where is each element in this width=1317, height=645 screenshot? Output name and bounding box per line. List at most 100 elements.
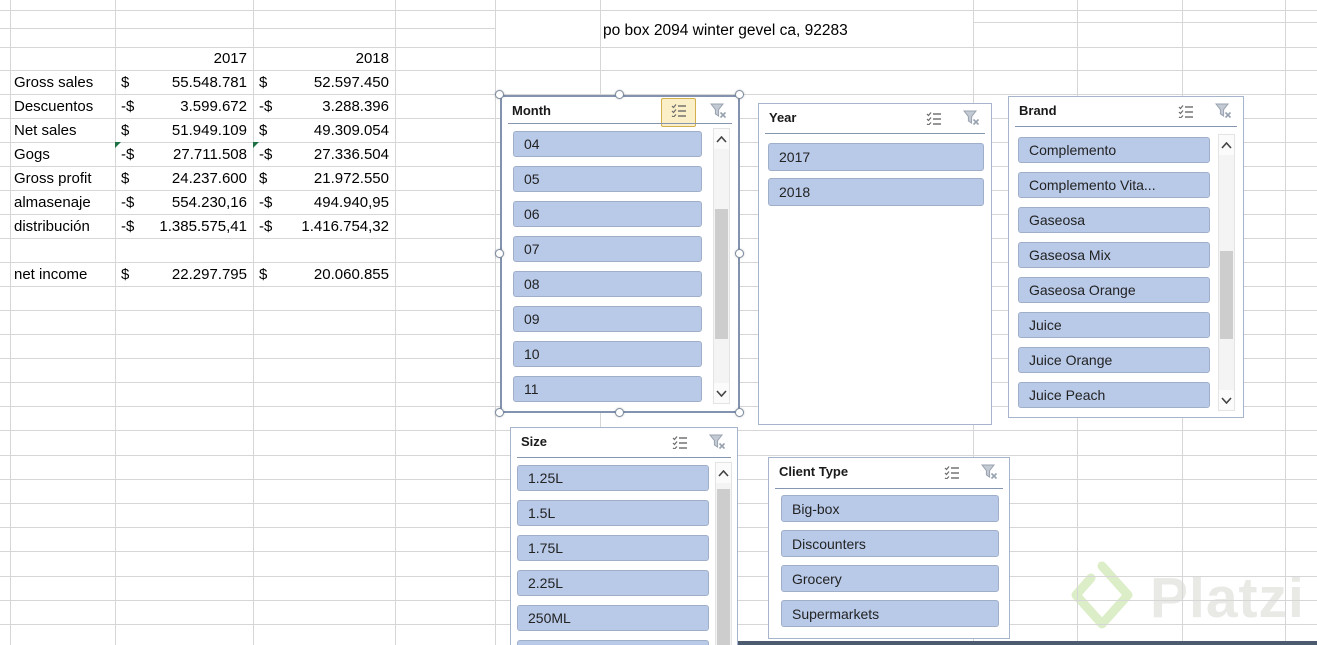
table-cell[interactable]: $20.060.855	[253, 262, 395, 286]
slicer-month-item[interactable]: 07	[513, 236, 702, 262]
multi-select-icon[interactable]	[937, 462, 967, 486]
table-row-label[interactable]: Gross profit	[10, 166, 115, 190]
slicer-client-type-item[interactable]: Grocery	[781, 565, 999, 592]
slicer-year-item[interactable]: 2018	[768, 178, 984, 206]
slicer-brand-item[interactable]: Gaseosa Mix	[1018, 242, 1210, 268]
slicer-brand-item[interactable]: Complemento Vita...	[1018, 172, 1210, 198]
slicer-size-item[interactable]: 250ML	[517, 605, 709, 631]
slicer-brand-item[interactable]: Gaseosa Orange	[1018, 277, 1210, 303]
selection-handle[interactable]	[615, 408, 624, 417]
clear-filter-icon[interactable]	[704, 101, 732, 125]
scroll-up-icon[interactable]	[1219, 135, 1234, 155]
table-col-header[interactable]: 2017	[115, 46, 253, 70]
clear-filter-icon[interactable]	[1209, 101, 1237, 125]
slicer-month-item[interactable]: 09	[513, 306, 702, 332]
slicer-year-item[interactable]: 2017	[768, 143, 984, 171]
slicer-brand-item[interactable]: Gaseosa	[1018, 207, 1210, 233]
scrollbar-thumb[interactable]	[1220, 251, 1233, 339]
slicer-client-type[interactable]: Client Type Big-box Discounters Grocery Sup…	[768, 457, 1010, 639]
table-row-label[interactable]: distribución	[10, 214, 115, 238]
scroll-down-icon[interactable]	[714, 383, 729, 403]
selection-handle[interactable]	[495, 90, 504, 99]
table-cell[interactable]	[253, 238, 395, 262]
multi-select-icon[interactable]	[665, 432, 695, 456]
scroll-up-icon[interactable]	[714, 129, 729, 149]
slicer-header-divider	[765, 133, 985, 134]
table-cell[interactable]: -$ 27.336.504	[253, 142, 395, 166]
scrollbar-thumb[interactable]	[715, 209, 728, 339]
month-scrollbar[interactable]	[713, 128, 730, 404]
slicer-brand-item[interactable]: Juice Orange	[1018, 347, 1210, 373]
selection-handle[interactable]	[735, 408, 744, 417]
table-row-label[interactable]: Net sales	[10, 118, 115, 142]
scroll-down-icon[interactable]	[1219, 390, 1234, 410]
table-row-label[interactable]: net income	[10, 262, 115, 286]
table-row-label[interactable]: almasenaje	[10, 190, 115, 214]
clear-filter-icon[interactable]	[975, 462, 1003, 486]
table-cell[interactable]: -$ 1.385.575,41	[115, 214, 253, 238]
slicer-month-item[interactable]: 05	[513, 166, 702, 192]
table-corner-cell[interactable]	[10, 46, 115, 70]
slicer-size-item[interactable]: 1.75L	[517, 535, 709, 561]
multi-select-icon[interactable]	[1171, 101, 1201, 125]
slicer-brand-title: Brand	[1019, 103, 1057, 118]
selection-handle[interactable]	[495, 408, 504, 417]
currency-symbol: $	[259, 73, 268, 91]
slicer-size-item[interactable]: 1.25L	[517, 465, 709, 491]
slicer-month-item[interactable]: 06	[513, 201, 702, 227]
table-cell[interactable]: $22.297.795	[115, 262, 253, 286]
selection-handle[interactable]	[735, 249, 744, 258]
slicer-month-item[interactable]: 08	[513, 271, 702, 297]
currency-symbol: -$	[259, 217, 273, 235]
table-cell[interactable]: -$ 3.599.672	[115, 94, 253, 118]
slicer-brand-item[interactable]: Complemento	[1018, 137, 1210, 163]
slicer-brand-item[interactable]: Juice Peach	[1018, 382, 1210, 408]
slicer-brand-item[interactable]: Juice	[1018, 312, 1210, 338]
table-cell[interactable]: $24.237.600	[115, 166, 253, 190]
slicer-size-item-partial[interactable]	[517, 640, 709, 645]
slicer-size[interactable]: Size 1.25L 1.5L 1.75L 2.25L 250ML	[510, 427, 738, 645]
slicer-size-item[interactable]: 2.25L	[517, 570, 709, 596]
scroll-up-icon[interactable]	[716, 463, 731, 483]
slicer-header-divider	[775, 488, 1003, 489]
slicer-size-title: Size	[521, 434, 548, 449]
table-cell[interactable]: $49.309.054	[253, 118, 395, 142]
scrollbar-thumb[interactable]	[717, 489, 730, 645]
table-cell[interactable]: $52.597.450	[253, 70, 395, 94]
table-cell[interactable]: -$ 494.940,95	[253, 190, 395, 214]
slicer-brand[interactable]: Brand Complemento Complemento Vita... Gase…	[1008, 96, 1244, 418]
table-cell[interactable]: $51.949.109	[115, 118, 253, 142]
table-cell[interactable]	[115, 238, 253, 262]
slicer-month[interactable]: Month 04 05 06 07 08 09 10 11	[500, 95, 740, 413]
slicer-year[interactable]: Year 2017 2018	[758, 103, 992, 425]
brand-scrollbar[interactable]	[1218, 134, 1235, 411]
slicer-client-type-item[interactable]: Supermarkets	[781, 600, 999, 627]
table-cell[interactable]: $21.972.550	[253, 166, 395, 190]
table-cell[interactable]: -$ 3.288.396	[253, 94, 395, 118]
table-cell[interactable]: -$ 1.416.754,32	[253, 214, 395, 238]
selection-handle[interactable]	[615, 90, 624, 99]
table-cell[interactable]: $55.548.781	[115, 70, 253, 94]
cell-value: 22.297.795	[171, 265, 247, 283]
grid-line	[1285, 0, 1286, 645]
selection-handle[interactable]	[735, 90, 744, 99]
slicer-size-item[interactable]: 1.5L	[517, 500, 709, 526]
slicer-client-type-item[interactable]: Discounters	[781, 530, 999, 557]
table-col-header[interactable]: 2018	[253, 46, 395, 70]
selection-handle[interactable]	[495, 249, 504, 258]
slicer-month-item[interactable]: 04	[513, 131, 702, 157]
slicer-month-item[interactable]: 10	[513, 341, 702, 367]
table-row-label[interactable]	[10, 238, 115, 262]
multi-select-icon[interactable]	[919, 108, 949, 132]
table-row-label[interactable]: Gross sales	[10, 70, 115, 94]
slicer-month-item[interactable]: 11	[513, 376, 702, 402]
slicer-client-type-item[interactable]: Big-box	[781, 495, 999, 522]
table-row-label[interactable]: Descuentos	[10, 94, 115, 118]
table-cell[interactable]: -$ 554.230,16	[115, 190, 253, 214]
table-row-label[interactable]: Gogs	[10, 142, 115, 166]
clear-filter-icon[interactable]	[703, 432, 731, 456]
table-cell[interactable]: -$ 27.711.508	[115, 142, 253, 166]
cell-note-text[interactable]: po box 2094 winter gevel ca, 92283	[603, 22, 848, 40]
clear-filter-icon[interactable]	[957, 108, 985, 132]
size-scrollbar[interactable]	[715, 462, 732, 645]
